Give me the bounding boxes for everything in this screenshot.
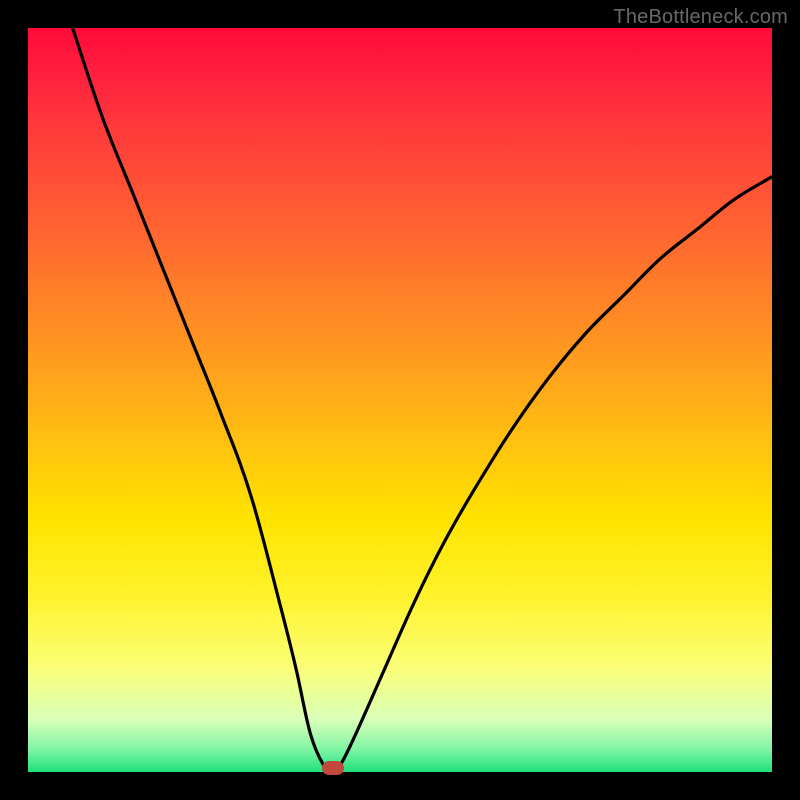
curve-svg — [28, 28, 772, 772]
plot-area — [28, 28, 772, 772]
chart-frame: TheBottleneck.com — [0, 0, 800, 800]
min-marker — [322, 761, 344, 775]
watermark-text: TheBottleneck.com — [613, 6, 788, 29]
bottleneck-curve-path — [73, 28, 772, 771]
